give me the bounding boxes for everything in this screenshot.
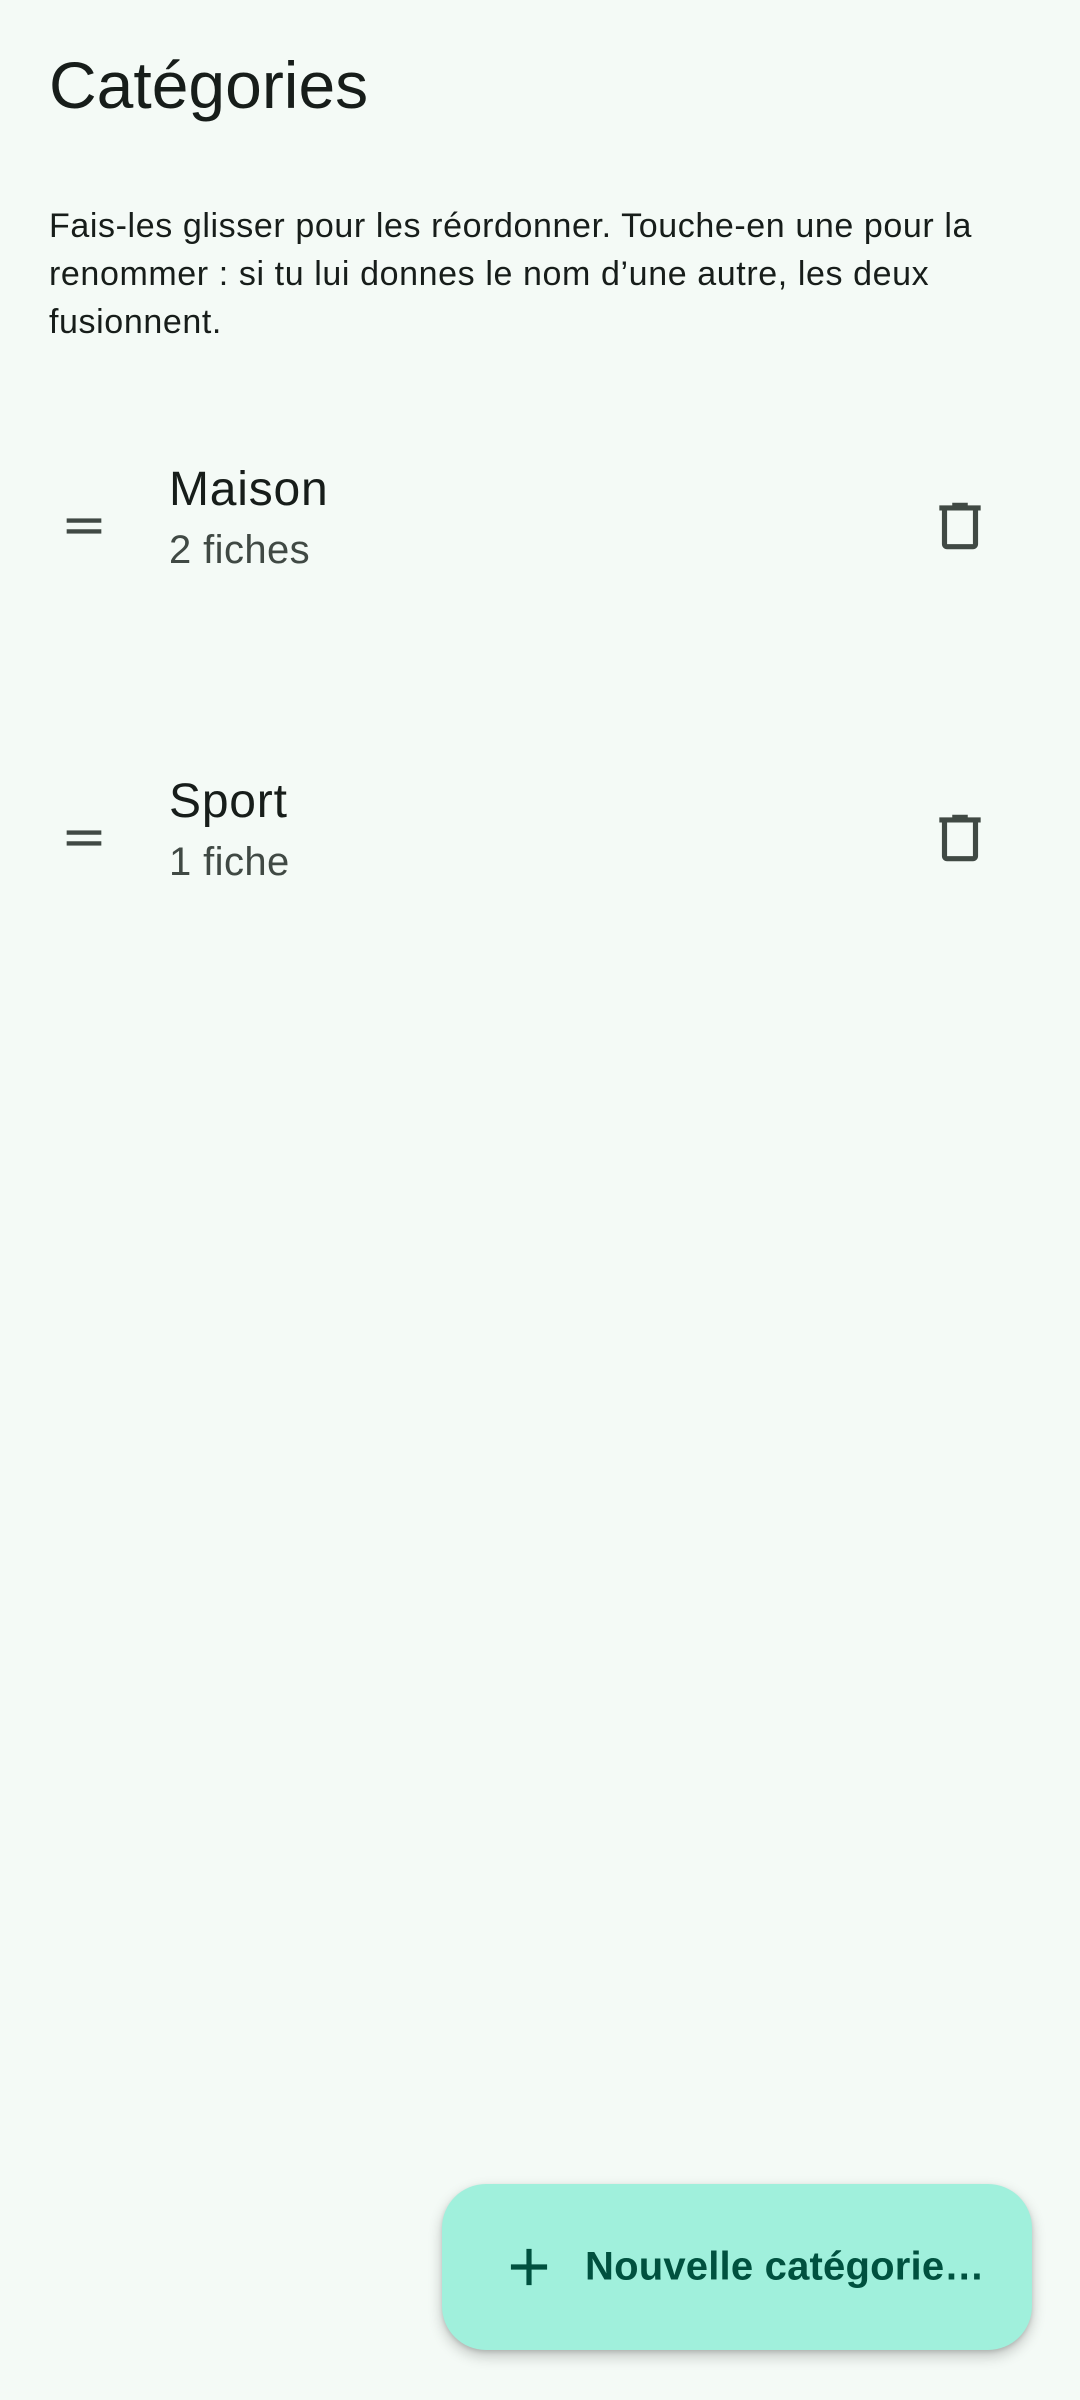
drag-handle-icon[interactable] xyxy=(40,794,128,882)
delete-category-button[interactable] xyxy=(914,792,1006,884)
new-category-label: Nouvelle catégorie… xyxy=(585,2244,985,2289)
category-row-maison[interactable]: Maison 2 fiches xyxy=(0,430,1080,742)
category-count: 1 fiche xyxy=(169,840,290,884)
new-category-button[interactable]: Nouvelle catégorie… xyxy=(442,2184,1032,2350)
drag-handle-icon-svg xyxy=(66,830,102,846)
trash-icon xyxy=(939,814,981,862)
category-name: Sport xyxy=(169,775,288,828)
trash-icon xyxy=(939,502,981,550)
category-list: Maison 2 fiches Sport 1 fiche xyxy=(0,430,1080,1054)
category-row-sport[interactable]: Sport 1 fiche xyxy=(0,742,1080,1054)
page-title: Catégories xyxy=(49,48,369,122)
plus-icon xyxy=(510,2248,548,2286)
drag-handle-icon[interactable] xyxy=(40,482,128,570)
drag-handle-icon-svg xyxy=(66,518,102,534)
instructions-text: Fais-les glisser pour les réordonner. To… xyxy=(49,207,973,341)
category-count: 2 fiches xyxy=(169,528,311,572)
delete-category-button[interactable] xyxy=(914,480,1006,572)
category-name: Maison xyxy=(169,463,329,516)
